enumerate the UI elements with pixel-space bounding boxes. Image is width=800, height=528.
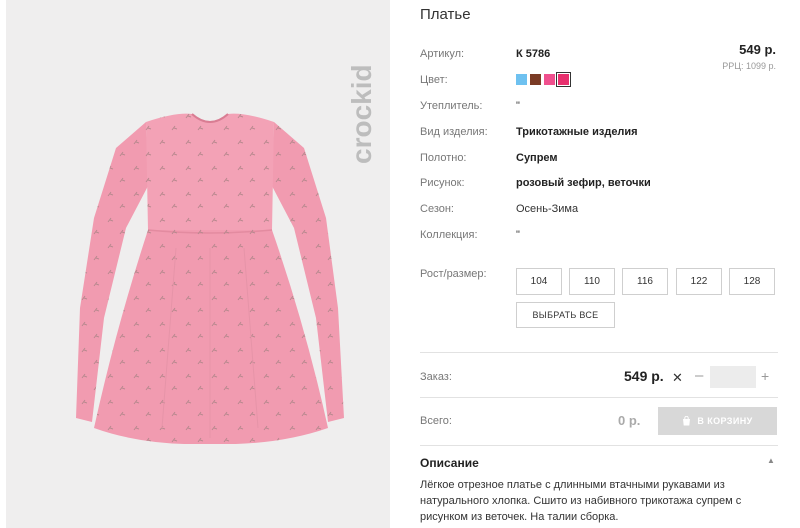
- decrease-quantity-button[interactable]: –: [695, 368, 703, 384]
- item-type-label: Вид изделия:: [420, 126, 488, 138]
- color-swatch-brown[interactable]: [530, 74, 541, 85]
- product-image-panel[interactable]: crockid: [6, 0, 390, 528]
- dress-image: [76, 113, 344, 444]
- description-text: Лёгкое отрезное платье с длинными втачны…: [420, 479, 742, 523]
- size-option-110[interactable]: 110: [569, 268, 615, 295]
- add-to-cart-label: В КОРЗИНУ: [697, 416, 753, 426]
- color-swatches: [516, 72, 571, 87]
- price-block: 549 р. РРЦ: 1099 р.: [722, 42, 776, 71]
- order-label: Заказ:: [420, 371, 452, 383]
- divider: [420, 397, 778, 398]
- product-price: 549 р.: [739, 42, 776, 57]
- total-value: 0 р.: [618, 413, 641, 428]
- fabric-label: Полотно:: [420, 152, 467, 164]
- size-label: Рост/размер:: [420, 268, 487, 280]
- size-option-128[interactable]: 128: [729, 268, 775, 295]
- collection-value: ": [516, 229, 520, 241]
- color-swatch-pink[interactable]: [544, 74, 555, 85]
- insulation-label: Утеплитель:: [420, 100, 483, 112]
- season-value: Осень-Зима: [516, 203, 579, 215]
- add-to-cart-button[interactable]: В КОРЗИНУ: [658, 407, 777, 435]
- size-option-122[interactable]: 122: [676, 268, 722, 295]
- color-label: Цвет:: [420, 74, 448, 86]
- increase-quantity-button[interactable]: +: [761, 368, 769, 384]
- insulation-value: ": [516, 100, 520, 112]
- recommended-retail-price: РРЦ: 1099 р.: [722, 61, 776, 71]
- svg-text:crockid: crockid: [346, 64, 377, 164]
- color-swatch-light-blue[interactable]: [516, 74, 527, 85]
- divider: [420, 445, 778, 446]
- collection-label: Коллекция:: [420, 229, 478, 241]
- times-icon: ✕: [672, 370, 683, 385]
- print-label: Рисунок:: [420, 177, 465, 189]
- divider: [420, 352, 778, 353]
- fabric-value: Супрем: [516, 152, 558, 164]
- order-price: 549 р.: [624, 368, 664, 384]
- cart-icon: [683, 416, 691, 426]
- total-label: Всего:: [420, 415, 452, 427]
- chevron-up-icon[interactable]: ▲: [767, 456, 775, 465]
- article-label: Артикул:: [420, 48, 465, 60]
- select-all-sizes-button[interactable]: ВЫБРАТЬ ВСЕ: [516, 302, 615, 328]
- description-title[interactable]: Описание: [420, 456, 479, 470]
- size-option-116[interactable]: 116: [622, 268, 668, 295]
- color-swatch-magenta[interactable]: [556, 72, 571, 87]
- item-type-value: Трикотажные изделия: [516, 126, 638, 138]
- brand-logo: crockid: [346, 64, 377, 164]
- article-value: К 5786: [516, 48, 551, 60]
- season-label: Сезон:: [420, 203, 454, 215]
- quantity-input[interactable]: [710, 366, 756, 388]
- product-title: Платье: [420, 6, 471, 23]
- size-option-104[interactable]: 104: [516, 268, 562, 295]
- print-value: розовый зефир, веточки: [516, 177, 651, 189]
- product-details: Платье 549 р. РРЦ: 1099 р. Артикул: К 57…: [420, 0, 792, 528]
